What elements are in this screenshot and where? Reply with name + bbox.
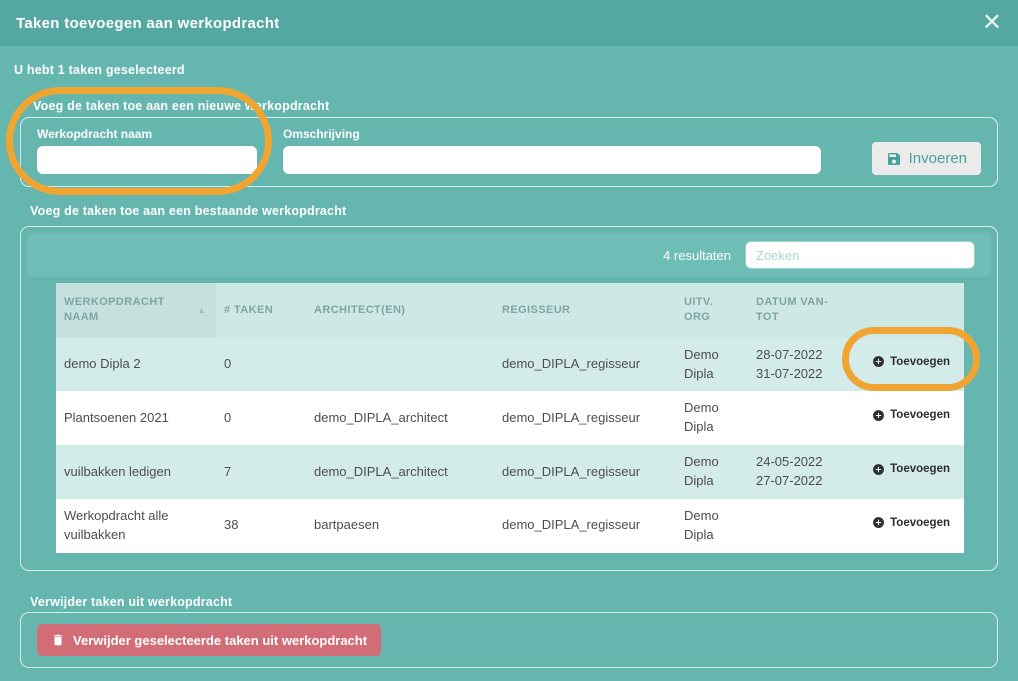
table-row: vuilbakken ledigen 7 demo_DIPLA_architec… — [56, 445, 964, 499]
workorder-name-group: Werkopdracht naam — [37, 127, 257, 174]
cell-taken: 7 — [216, 445, 306, 499]
cell-uitv-org: Demo Dipla — [676, 445, 748, 499]
plus-circle-icon — [872, 463, 885, 476]
add-to-workorder-button[interactable]: Toevoegen — [872, 355, 950, 368]
column-header-uitv-org[interactable]: UITV. ORG — [676, 283, 748, 338]
remove-section-panel: Verwijder geselecteerde taken uit werkop… — [20, 612, 998, 668]
existing-order-panel: 4 resultaten WERKOPDRACHT NAAM ▲ # TAKEN — [20, 226, 998, 571]
cell-regisseur: demo_DIPLA_regisseur — [494, 499, 676, 553]
add-button-label: Toevoegen — [890, 356, 950, 368]
cell-uitv-org: Demo Dipla — [676, 391, 748, 445]
cell-datum: 24-05-2022 27-07-2022 — [748, 445, 844, 499]
table-row: demo Dipla 2 0 demo_DIPLA_regisseur Demo… — [56, 338, 964, 392]
cell-action: Toevoegen — [844, 499, 964, 553]
submit-button[interactable]: Invoeren — [872, 142, 981, 175]
cell-name: Plantsoenen 2021 — [56, 391, 216, 445]
cell-regisseur: demo_DIPLA_regisseur — [494, 391, 676, 445]
plus-circle-icon — [872, 409, 885, 422]
cell-regisseur: demo_DIPLA_regisseur — [494, 445, 676, 499]
remove-selected-tasks-button[interactable]: Verwijder geselecteerde taken uit werkop… — [37, 624, 381, 656]
add-tasks-modal: Taken toevoegen aan werkopdracht ✕ U heb… — [0, 0, 1018, 681]
table-row: Werkopdracht alle vuilbakken 38 bartpaes… — [56, 499, 964, 553]
column-header-actions — [844, 283, 964, 338]
search-input[interactable] — [745, 241, 975, 269]
close-icon[interactable]: ✕ — [982, 11, 1002, 35]
cell-name: vuilbakken ledigen — [56, 445, 216, 499]
table-row: Plantsoenen 2021 0 demo_DIPLA_architect … — [56, 391, 964, 445]
column-header-architect[interactable]: ARCHITECT(EN) — [306, 283, 494, 338]
description-group: Omschrijving — [283, 127, 821, 174]
workorder-name-label: Werkopdracht naam — [37, 127, 257, 141]
results-bar: 4 resultaten — [27, 233, 991, 277]
column-header-name[interactable]: WERKOPDRACHT NAAM ▲ — [56, 283, 216, 338]
cell-datum: 28-07-2022 31-07-2022 — [748, 338, 844, 392]
cell-action: Toevoegen — [844, 338, 964, 392]
modal-title: Taken toevoegen aan werkopdracht — [16, 15, 280, 32]
description-label: Omschrijving — [283, 127, 821, 141]
column-header-datum[interactable]: DATUM VAN-TOT — [748, 283, 844, 338]
plus-circle-icon — [872, 355, 885, 368]
cell-name: demo Dipla 2 — [56, 338, 216, 392]
cell-datum — [748, 499, 844, 553]
cell-uitv-org: Demo Dipla — [676, 338, 748, 392]
cell-action: Toevoegen — [844, 391, 964, 445]
add-to-workorder-button[interactable]: Toevoegen — [872, 516, 950, 529]
remove-section-heading: Verwijder taken uit werkopdracht — [30, 595, 232, 609]
submit-button-label: Invoeren — [909, 150, 967, 167]
add-to-workorder-button[interactable]: Toevoegen — [872, 409, 950, 422]
existing-order-heading: Voeg de taken toe aan een bestaande werk… — [30, 204, 346, 218]
workorders-table: WERKOPDRACHT NAAM ▲ # TAKEN ARCHITECT(EN… — [56, 283, 962, 553]
new-order-heading: Voeg de taken toe aan een nieuwe werkopd… — [33, 99, 329, 113]
trash-icon — [51, 633, 65, 647]
cell-regisseur: demo_DIPLA_regisseur — [494, 338, 676, 392]
results-count: 4 resultaten — [663, 248, 731, 263]
cell-name: Werkopdracht alle vuilbakken — [56, 499, 216, 553]
save-icon — [886, 151, 902, 167]
column-header-regisseur[interactable]: REGISSEUR — [494, 283, 676, 338]
new-order-panel: Werkopdracht naam Omschrijving Invoeren — [20, 117, 998, 187]
cell-architect: bartpaesen — [306, 499, 494, 553]
cell-datum — [748, 391, 844, 445]
cell-taken: 0 — [216, 338, 306, 392]
cell-taken: 38 — [216, 499, 306, 553]
plus-circle-icon — [872, 516, 885, 529]
remove-button-label: Verwijder geselecteerde taken uit werkop… — [73, 633, 367, 648]
cell-action: Toevoegen — [844, 445, 964, 499]
sort-asc-icon[interactable]: ▲ — [198, 305, 206, 316]
selected-tasks-info: U hebt 1 taken geselecteerd — [14, 63, 185, 77]
add-button-label: Toevoegen — [890, 409, 950, 421]
table-header-row: WERKOPDRACHT NAAM ▲ # TAKEN ARCHITECT(EN… — [56, 283, 964, 338]
description-input[interactable] — [283, 146, 821, 174]
column-header-taken[interactable]: # TAKEN — [216, 283, 306, 338]
cell-architect: demo_DIPLA_architect — [306, 391, 494, 445]
cell-architect: demo_DIPLA_architect — [306, 445, 494, 499]
cell-taken: 0 — [216, 391, 306, 445]
cell-architect — [306, 338, 494, 392]
add-button-label: Toevoegen — [890, 463, 950, 475]
workorder-name-input[interactable] — [37, 146, 257, 174]
add-button-label: Toevoegen — [890, 517, 950, 529]
cell-uitv-org: Demo Dipla — [676, 499, 748, 553]
add-to-workorder-button[interactable]: Toevoegen — [872, 463, 950, 476]
modal-header: Taken toevoegen aan werkopdracht ✕ — [0, 0, 1018, 46]
